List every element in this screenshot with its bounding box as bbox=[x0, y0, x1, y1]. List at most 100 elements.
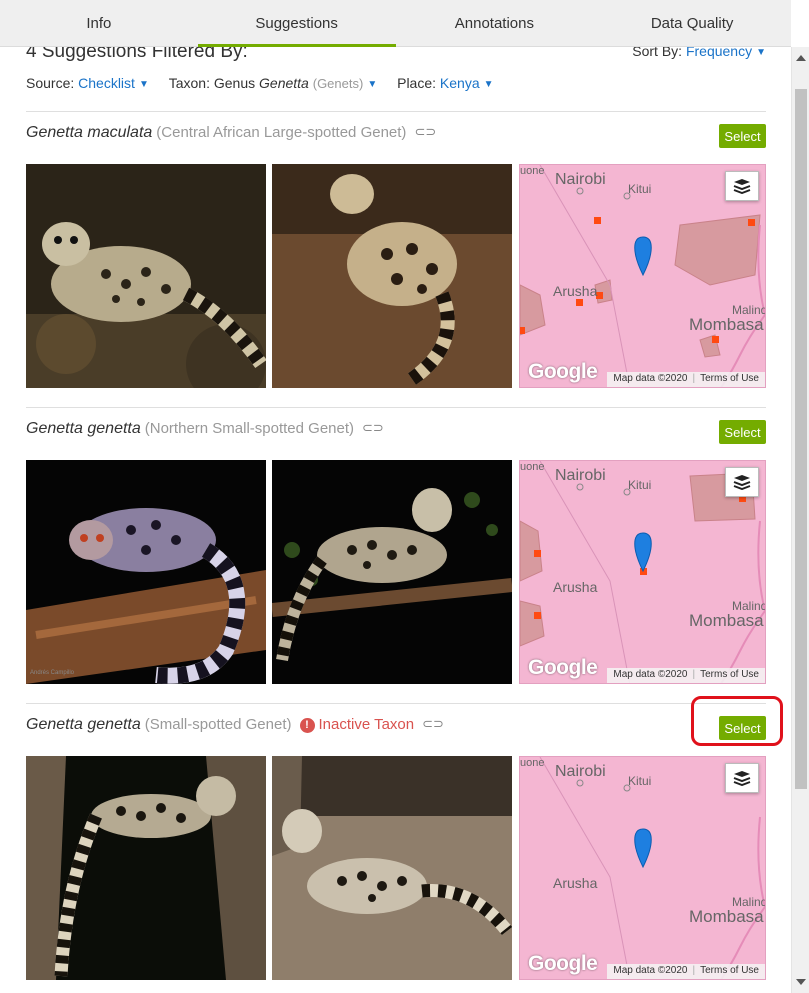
taxon-filter[interactable]: Taxon: Genus Genetta (Genets) ▼ bbox=[169, 75, 381, 91]
suggestion-card: Genetta genetta (Northern Small-spotted G… bbox=[0, 408, 791, 704]
range-map[interactable]: Nairobi Kitui Arusha Mombasa Malind uone… bbox=[519, 756, 766, 980]
place-label: Place: bbox=[397, 75, 437, 91]
taxon-label: Taxon: bbox=[168, 75, 210, 91]
scroll-up-icon[interactable] bbox=[796, 55, 806, 61]
taxon-photo[interactable] bbox=[272, 460, 512, 684]
suggestion-title: Genetta maculata (Central African Large-s… bbox=[26, 124, 436, 142]
photo-row: Nairobi Kitui Arusha Mombasa Malind uone… bbox=[26, 756, 766, 980]
layers-icon bbox=[733, 475, 751, 490]
map-label-kitui: Kitui bbox=[628, 182, 652, 196]
map-label-nairobi: Nairobi bbox=[555, 171, 606, 188]
map-data-label: Map data ©2020 bbox=[613, 669, 688, 680]
scientific-name[interactable]: Genetta genetta bbox=[26, 420, 141, 437]
photo-credit: Andrés Campillo bbox=[30, 670, 75, 676]
suggestion-title: Genetta genetta (Northern Small-spotted G… bbox=[26, 420, 384, 438]
link-icon[interactable]: ⊂⊃ bbox=[414, 124, 436, 140]
map-attribution: Map data ©2020 | Terms of Use bbox=[607, 372, 765, 387]
taxon-name: Genetta bbox=[259, 75, 309, 91]
taxon-photo[interactable] bbox=[26, 756, 266, 980]
tab-data-quality[interactable]: Data Quality bbox=[593, 0, 791, 46]
tab-bar: Info Suggestions Annotations Data Qualit… bbox=[0, 0, 791, 47]
tab-data-quality-label: Data Quality bbox=[650, 14, 734, 32]
taxon-photo[interactable]: Andrés Campillo bbox=[26, 460, 266, 684]
map-label-nairobi: Nairobi bbox=[555, 763, 606, 780]
map-layers-button[interactable] bbox=[725, 467, 759, 497]
suggestions-header: 4 Suggestions Filtered By: Sort By: Freq… bbox=[26, 47, 766, 65]
terms-link[interactable]: Terms of Use bbox=[700, 965, 759, 976]
select-button[interactable]: Select bbox=[719, 716, 766, 740]
terms-link[interactable]: Terms of Use bbox=[700, 373, 759, 384]
range-map[interactable]: Nairobi Kitui Arusha Mombasa Malind uone… bbox=[519, 460, 766, 684]
place-filter[interactable]: Place: Kenya ▼ bbox=[397, 75, 493, 91]
filter-row: Source: Checklist ▼ Taxon: Genus Genetta … bbox=[26, 75, 510, 91]
taxon-photo[interactable] bbox=[272, 756, 512, 980]
place-value[interactable]: Kenya bbox=[440, 75, 480, 91]
inactive-taxon-label: Inactive Taxon bbox=[318, 716, 415, 733]
map-label-partial: uone bbox=[520, 461, 545, 473]
link-icon[interactable]: ⊂⊃ bbox=[422, 716, 444, 732]
map-label-kitui: Kitui bbox=[628, 478, 652, 492]
scroll-down-icon[interactable] bbox=[796, 979, 806, 985]
map-label-arusha: Arusha bbox=[553, 579, 598, 595]
taxon-rank: Genus bbox=[213, 75, 256, 91]
map-label-partial: uone bbox=[520, 757, 545, 769]
taxon-photo[interactable] bbox=[272, 164, 512, 388]
map-label-kitui: Kitui bbox=[628, 774, 652, 788]
tab-annotations-label: Annotations bbox=[454, 14, 534, 32]
inactive-taxon-badge: ! Inactive Taxon bbox=[299, 716, 415, 733]
map-attribution: Map data ©2020 | Terms of Use bbox=[607, 668, 765, 683]
map-label-arusha: Arusha bbox=[553, 875, 598, 891]
map-data-label: Map data ©2020 bbox=[613, 965, 688, 976]
map-label-partial: uone bbox=[520, 165, 545, 177]
scientific-name[interactable]: Genetta genetta bbox=[26, 716, 141, 733]
map-attribution: Map data ©2020 | Terms of Use bbox=[607, 964, 765, 979]
chevron-down-icon: ▼ bbox=[756, 47, 766, 58]
map-layers-button[interactable] bbox=[725, 763, 759, 793]
photo-row: Nairobi Kitui Arusha Mombasa Malind uone… bbox=[26, 164, 766, 388]
map-label-nairobi: Nairobi bbox=[555, 467, 606, 484]
chevron-down-icon: ▼ bbox=[367, 79, 378, 90]
suggestions-heading: 4 Suggestions Filtered By: bbox=[26, 47, 248, 62]
sort-label: Sort By: bbox=[632, 47, 683, 59]
chevron-down-icon: ▼ bbox=[138, 79, 149, 90]
google-logo: Google bbox=[528, 656, 598, 679]
map-label-malindi: Malind bbox=[732, 303, 766, 317]
range-map[interactable]: Nairobi Kitui Arusha Mombasa Malind uone… bbox=[519, 164, 766, 388]
suggestions-panel: 4 Suggestions Filtered By: Sort By: Freq… bbox=[0, 47, 791, 993]
terms-link[interactable]: Terms of Use bbox=[700, 669, 759, 680]
alert-icon: ! bbox=[299, 718, 315, 733]
taxon-photo[interactable] bbox=[26, 164, 266, 388]
sort-control[interactable]: Sort By: Frequency ▼ bbox=[632, 47, 766, 59]
suggestion-card: Genetta maculata (Central African Large-s… bbox=[0, 112, 791, 408]
link-icon[interactable]: ⊂⊃ bbox=[362, 420, 384, 436]
map-layers-button[interactable] bbox=[725, 171, 759, 201]
source-filter[interactable]: Source: Checklist ▼ bbox=[26, 75, 153, 91]
layers-icon bbox=[733, 771, 751, 786]
select-button[interactable]: Select bbox=[719, 420, 766, 444]
suggestion-title: Genetta genetta (Small-spotted Genet)! Ina… bbox=[26, 716, 444, 734]
map-label-malindi: Malind bbox=[732, 599, 766, 613]
source-value[interactable]: Checklist bbox=[78, 75, 135, 91]
common-name: (Central African Large-spotted Genet) bbox=[156, 124, 407, 141]
select-button[interactable]: Select bbox=[719, 124, 766, 148]
taxon-common: (Genets) bbox=[312, 76, 364, 91]
google-logo: Google bbox=[528, 360, 598, 383]
scientific-name[interactable]: Genetta maculata bbox=[26, 124, 152, 141]
scrollbar-thumb[interactable] bbox=[795, 89, 807, 789]
map-label-mombasa: Mombasa bbox=[689, 907, 764, 926]
common-name: (Northern Small-spotted Genet) bbox=[144, 420, 355, 437]
layers-icon bbox=[733, 179, 751, 194]
chevron-down-icon: ▼ bbox=[483, 79, 494, 90]
tab-suggestions[interactable]: Suggestions bbox=[197, 0, 396, 47]
common-name: (Small-spotted Genet) bbox=[144, 716, 292, 733]
suggestion-card: Genetta genetta (Small-spotted Genet)! Ina… bbox=[0, 704, 791, 993]
map-label-arusha: Arusha bbox=[553, 283, 598, 299]
sort-value[interactable]: Frequency bbox=[686, 47, 752, 59]
map-label-malindi: Malind bbox=[732, 895, 766, 909]
vertical-scrollbar[interactable] bbox=[791, 47, 809, 993]
tab-annotations[interactable]: Annotations bbox=[396, 0, 594, 46]
map-label-mombasa: Mombasa bbox=[689, 315, 764, 334]
map-label-mombasa: Mombasa bbox=[689, 611, 764, 630]
tab-info[interactable]: Info bbox=[0, 0, 198, 46]
google-logo: Google bbox=[528, 952, 598, 975]
